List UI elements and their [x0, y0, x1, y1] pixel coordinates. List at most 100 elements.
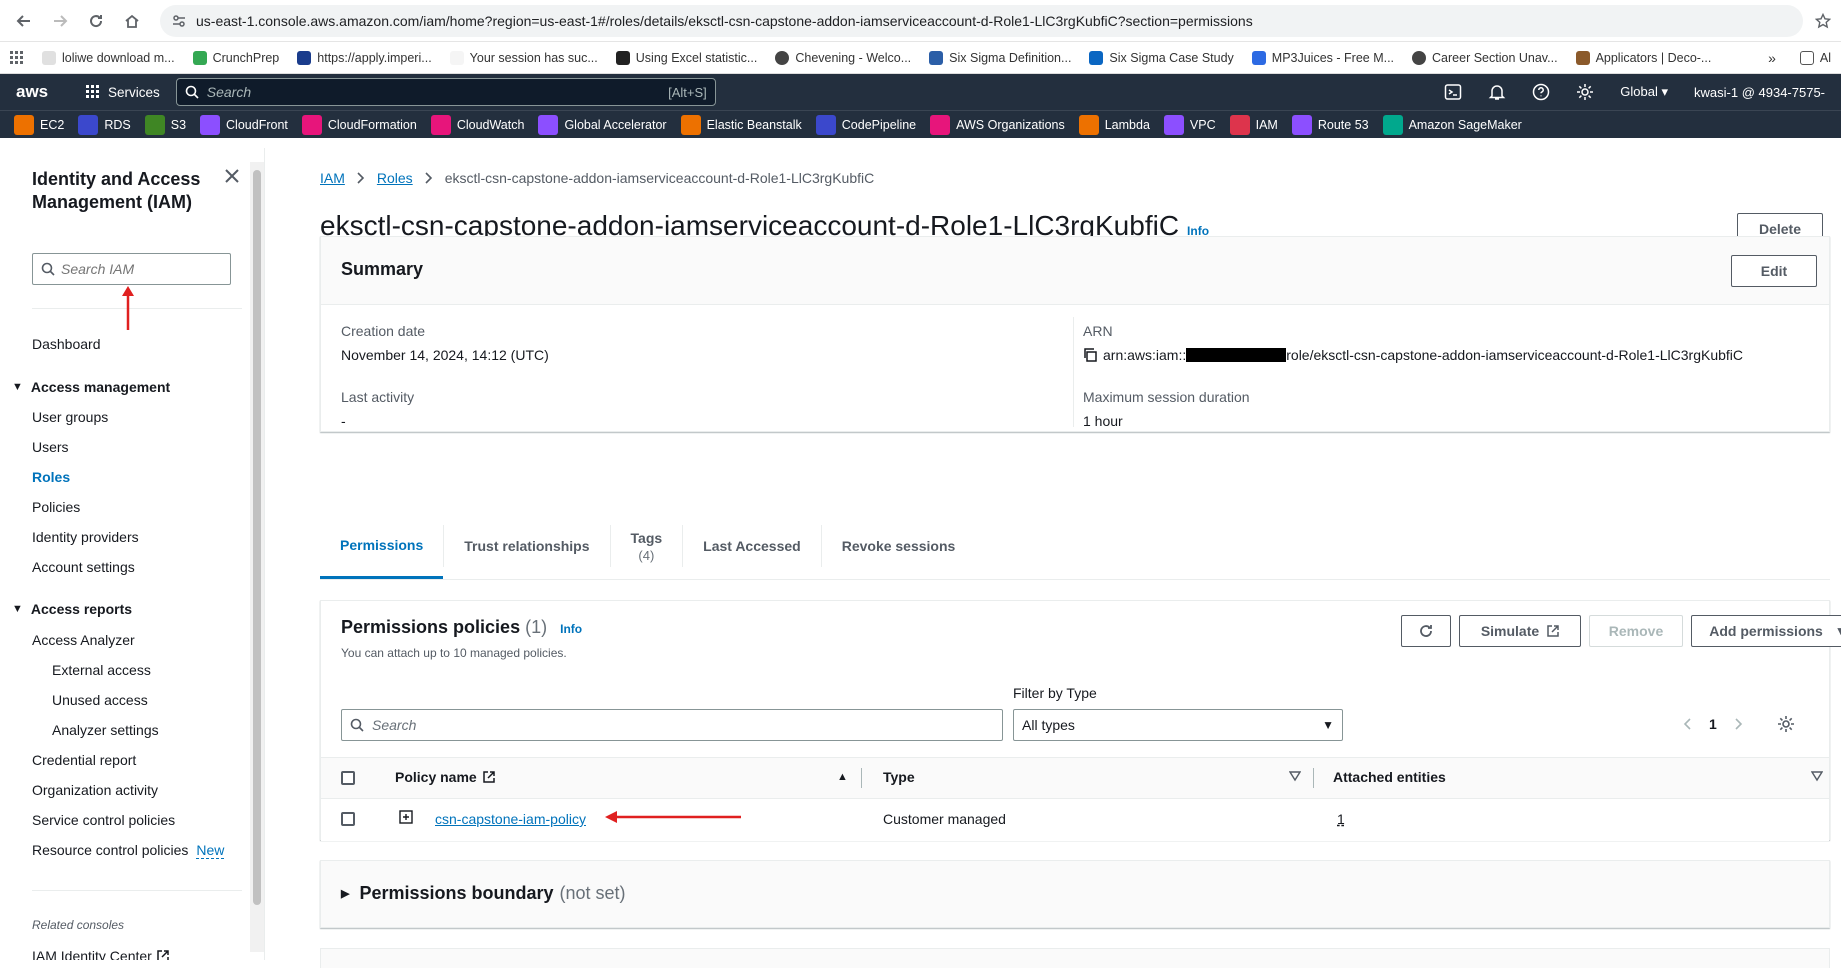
column-attached-entities[interactable]: Attached entities	[1333, 769, 1446, 785]
site-settings-icon[interactable]	[172, 14, 186, 28]
favorite-lambda[interactable]: Lambda	[1078, 114, 1150, 135]
sidebar-item-service-control-policies[interactable]: Service control policies	[32, 812, 175, 828]
notifications-bell-icon[interactable]	[1488, 83, 1506, 101]
favorite-cloudformation[interactable]: CloudFormation	[301, 114, 417, 135]
info-link[interactable]: Info	[560, 622, 582, 636]
services-menu[interactable]: Services	[86, 85, 160, 100]
sidebar-item-analyzer-settings[interactable]: Analyzer settings	[52, 722, 159, 738]
bookmark-item[interactable]: Six Sigma Definition...	[929, 50, 1071, 65]
sidebar-item-account-settings[interactable]: Account settings	[32, 559, 135, 575]
bookmark-item[interactable]: loliwe download m...	[42, 50, 175, 65]
settings-gear-icon[interactable]	[1576, 83, 1594, 101]
bookmark-item[interactable]: Six Sigma Case Study	[1089, 50, 1234, 65]
policy-search-input[interactable]: Search	[341, 709, 1003, 741]
sidebar-item-resource-control-policies[interactable]: Resource control policies New	[32, 842, 225, 859]
favorite-cloudfront[interactable]: CloudFront	[200, 114, 288, 135]
favorite-amazon-sagemaker[interactable]: Amazon SageMaker	[1382, 114, 1522, 135]
copy-icon[interactable]	[1083, 348, 1097, 362]
type-filter-select[interactable]: All types ▼	[1013, 709, 1343, 741]
bookmark-item[interactable]: Using Excel statistic...	[615, 50, 757, 65]
policy-name-link[interactable]: csn-capstone-iam-policy	[435, 811, 586, 827]
home-icon[interactable]	[118, 7, 146, 35]
favorite-route-53[interactable]: Route 53	[1291, 114, 1369, 135]
favorite-vpc[interactable]: VPC	[1163, 114, 1216, 135]
account-menu[interactable]: kwasi-1 @ 4934-7575-	[1694, 85, 1825, 100]
favorite-global-accelerator[interactable]: Global Accelerator	[538, 114, 667, 135]
favorite-rds[interactable]: RDS	[78, 114, 131, 135]
sidebar-item-external-access[interactable]: External access	[52, 662, 151, 678]
bookmark-item[interactable]: MP3Juices - Free M...	[1251, 50, 1394, 65]
sidebar-item-unused-access[interactable]: Unused access	[52, 692, 148, 708]
sidebar-search-field[interactable]	[32, 253, 231, 285]
aws-logo[interactable]: aws	[16, 82, 66, 102]
permissions-boundary-panel[interactable]: ▶ Permissions boundary (not set)	[320, 860, 1830, 928]
simulate-button[interactable]: Simulate	[1459, 615, 1581, 647]
bookmark-star-icon[interactable]	[1815, 12, 1831, 29]
favorite-s3[interactable]: S3	[144, 114, 186, 135]
sidebar-item-access-analyzer[interactable]: Access Analyzer	[32, 632, 135, 648]
sidebar-item-dashboard[interactable]: Dashboard	[32, 336, 101, 352]
bookmark-item[interactable]: CrunchPrep	[192, 50, 279, 65]
region-selector[interactable]: Global ▾	[1620, 84, 1668, 100]
favorite-elastic-beanstalk[interactable]: Elastic Beanstalk	[680, 114, 802, 135]
tab-revoke-sessions[interactable]: Revoke sessions	[822, 513, 976, 579]
sidebar-item-organization-activity[interactable]: Organization activity	[32, 782, 158, 798]
tab-permissions[interactable]: Permissions	[320, 513, 444, 579]
filter-caret-icon[interactable]	[1289, 770, 1301, 782]
sidebar-item-iam-identity-center[interactable]: IAM Identity Center	[32, 948, 169, 960]
forward-icon[interactable]	[46, 7, 74, 35]
reload-icon[interactable]	[82, 7, 110, 35]
bookmark-item[interactable]: Chevening - Welco...	[775, 50, 911, 65]
column-type[interactable]: Type	[883, 769, 915, 785]
favorite-iam[interactable]: IAM	[1229, 114, 1278, 135]
favorite-cloudwatch[interactable]: CloudWatch	[430, 114, 524, 135]
sidebar-item-user-groups[interactable]: User groups	[32, 409, 108, 425]
filter-caret-icon[interactable]	[1811, 770, 1823, 782]
attached-entities-count[interactable]: 1	[1337, 811, 1345, 827]
bookmark-item[interactable]: Career Section Unav...	[1412, 50, 1558, 65]
tab-tags[interactable]: Tags (4)	[611, 513, 683, 579]
tab-last-accessed[interactable]: Last Accessed	[683, 513, 821, 579]
bookmark-item[interactable]: Applicators | Deco-...	[1575, 50, 1711, 65]
bookmark-folder[interactable]: Al	[1799, 50, 1831, 65]
sidebar-item-identity-providers[interactable]: Identity providers	[32, 529, 139, 545]
search-iam-input[interactable]	[61, 261, 211, 277]
row-checkbox[interactable]	[341, 812, 355, 826]
select-all-checkbox[interactable]	[341, 771, 355, 785]
breadcrumb-iam[interactable]: IAM	[320, 170, 345, 186]
sidebar-section-access-management[interactable]: ▼ Access management	[12, 379, 170, 395]
remove-button[interactable]: Remove	[1589, 615, 1683, 647]
expand-row-icon[interactable]	[399, 810, 413, 824]
sidebar-scrollbar[interactable]	[250, 162, 264, 952]
sidebar-item-roles[interactable]: Roles	[32, 469, 70, 485]
add-permissions-button[interactable]: Add permissions ▼	[1691, 615, 1841, 647]
column-policy-name[interactable]: Policy name	[395, 769, 495, 785]
tab-trust-relationships[interactable]: Trust relationships	[444, 513, 609, 579]
more-bookmarks-icon[interactable]: »	[1768, 50, 1776, 66]
sidebar-item-policies[interactable]: Policies	[32, 499, 80, 515]
page-number[interactable]: 1	[1709, 716, 1717, 732]
table-settings-gear-icon[interactable]	[1777, 715, 1795, 733]
help-icon[interactable]	[1532, 83, 1550, 101]
close-icon[interactable]	[224, 168, 240, 184]
favorites-bar: EC2 RDS S3 CloudFront CloudFormation CloudWat…	[0, 110, 1841, 138]
bookmark-item[interactable]: Your session has suc...	[449, 50, 598, 65]
favorite-codepipeline[interactable]: CodePipeline	[815, 114, 916, 135]
breadcrumb-roles[interactable]: Roles	[377, 170, 413, 186]
back-icon[interactable]	[10, 7, 38, 35]
favorite-ec2[interactable]: EC2	[14, 114, 64, 135]
sidebar-item-credential-report[interactable]: Credential report	[32, 752, 136, 768]
address-bar[interactable]: us-east-1.console.aws.amazon.com/iam/hom…	[160, 4, 1803, 37]
apps-grid-icon[interactable]	[10, 50, 24, 65]
refresh-button[interactable]	[1401, 615, 1451, 647]
bookmark-item[interactable]: https://apply.imperi...	[297, 50, 432, 65]
chevron-right-icon[interactable]	[1735, 718, 1743, 730]
cloudshell-icon[interactable]	[1444, 83, 1462, 101]
edit-button[interactable]: Edit	[1731, 255, 1817, 287]
chevron-left-icon[interactable]	[1683, 718, 1691, 730]
favorite-aws-organizations[interactable]: AWS Organizations	[930, 114, 1065, 135]
sidebar-section-access-reports[interactable]: ▼ Access reports	[12, 601, 132, 617]
aws-search-input[interactable]: Search [Alt+S]	[175, 78, 716, 106]
sidebar-item-users[interactable]: Users	[32, 439, 69, 455]
sort-ascending-icon[interactable]: ▲	[837, 771, 848, 783]
